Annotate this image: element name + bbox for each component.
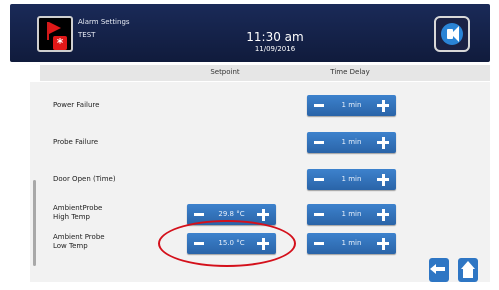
- column-header-band: [40, 65, 490, 81]
- minus-icon[interactable]: [314, 178, 324, 181]
- minus-icon[interactable]: [314, 104, 324, 107]
- delay-stepper-power-failure[interactable]: 1 min: [307, 95, 396, 116]
- delay-stepper-probe-failure[interactable]: 1 min: [307, 132, 396, 153]
- alarm-flag-icon[interactable]: *: [37, 16, 73, 52]
- unit-name: TEST: [78, 31, 96, 39]
- minus-icon[interactable]: [194, 213, 204, 216]
- delay-stepper-ambient-low[interactable]: 1 min: [307, 233, 396, 254]
- column-time-delay: Time Delay: [330, 68, 370, 76]
- row-label-probe-failure: Probe Failure: [53, 138, 99, 146]
- header-bar: * Alarm Settings TEST 11:30 am 11/09/201…: [10, 4, 490, 62]
- highlight-annotation: [158, 220, 296, 267]
- delay-value: 1 min: [341, 210, 362, 218]
- row-label-ambient-low: Ambient Probe Low Temp: [53, 233, 105, 251]
- row-label-ambient-high: AmbientProbe High Temp: [53, 204, 102, 222]
- delay-value: 1 min: [341, 175, 362, 183]
- clock-time: 11:30 am: [246, 30, 304, 44]
- delay-value: 1 min: [341, 138, 362, 146]
- label-line-1: Ambient Probe: [53, 233, 105, 241]
- clock-date: 11/09/2016: [254, 45, 296, 53]
- alarm-settings-screen: * Alarm Settings TEST 11:30 am 11/09/201…: [0, 0, 499, 290]
- delay-stepper-ambient-high[interactable]: 1 min: [307, 204, 396, 225]
- delay-value: 1 min: [341, 239, 362, 247]
- delay-value: 1 min: [341, 101, 362, 109]
- label-line-2: High Temp: [53, 213, 90, 221]
- minus-icon[interactable]: [314, 242, 324, 245]
- setpoint-value: 29.8 °C: [218, 210, 245, 218]
- back-button[interactable]: [429, 258, 449, 282]
- scrollbar[interactable]: [33, 180, 36, 266]
- row-label-power-failure: Power Failure: [53, 101, 100, 109]
- delay-stepper-door-open[interactable]: 1 min: [307, 169, 396, 190]
- minus-icon[interactable]: [314, 141, 324, 144]
- label-line-1: AmbientProbe: [53, 204, 103, 212]
- column-setpoint: Setpoint: [210, 68, 240, 76]
- speaker-icon[interactable]: [434, 16, 470, 52]
- home-button[interactable]: [458, 258, 478, 282]
- row-label-door-open: Door Open (Time): [53, 175, 116, 183]
- minus-icon[interactable]: [314, 213, 324, 216]
- label-line-2: Low Temp: [53, 242, 88, 250]
- page-title: Alarm Settings: [78, 18, 130, 26]
